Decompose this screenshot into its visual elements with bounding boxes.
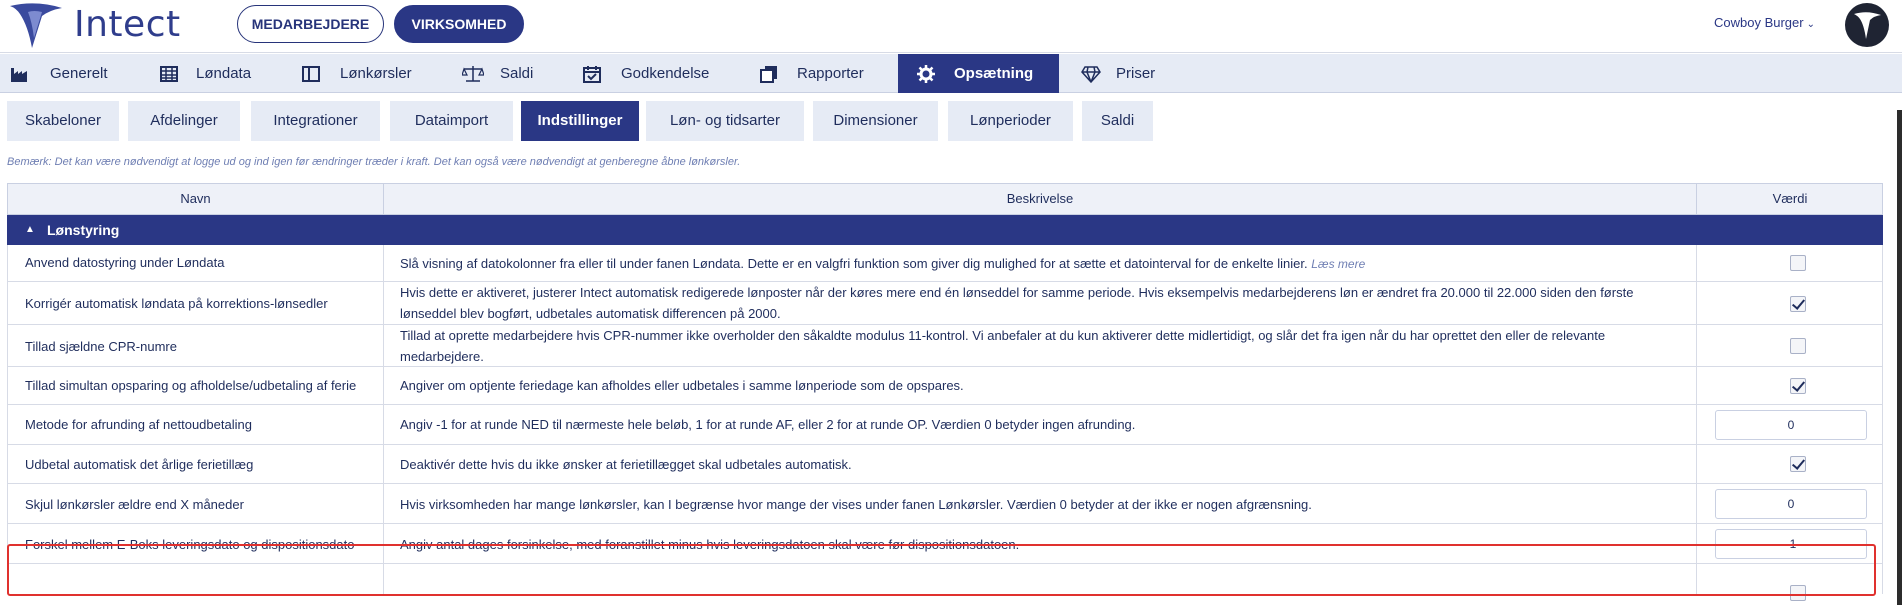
- gear-icon: [917, 65, 935, 83]
- setting-checkbox[interactable]: [1790, 378, 1806, 394]
- avatar-logo-icon: [1854, 12, 1881, 40]
- table-row: Korrigér automatisk løndata på korrektio…: [7, 282, 1883, 325]
- group-label: Lønstyring: [47, 222, 120, 238]
- chevron-down-icon: ⌄: [1806, 19, 1815, 30]
- column-header-name[interactable]: Navn: [8, 184, 383, 214]
- setting-name: Skjul lønkørsler ældre end X måneder: [25, 497, 244, 512]
- table-row: Skjul lønkørsler ældre end X måneder Hvi…: [7, 484, 1883, 524]
- setting-description: Hvis virksomheden har mange lønkørsler, …: [400, 497, 1312, 512]
- setting-name: Anvend datostyring under Løndata: [25, 255, 225, 270]
- table-row: Udbetal automatisk det årlige ferietillæ…: [7, 445, 1883, 484]
- setting-checkbox[interactable]: [1790, 456, 1806, 472]
- nav-saldi[interactable]: Saldi: [462, 54, 562, 93]
- column-header-description[interactable]: Beskrivelse: [384, 184, 1696, 214]
- nav-generelt[interactable]: Generelt: [10, 54, 140, 93]
- setting-description: Deaktivér dette hvis du ikke ønsker at f…: [400, 457, 852, 472]
- setting-name: Tillad simultan opsparing og afholdelse/…: [25, 378, 357, 393]
- setting-checkbox[interactable]: [1790, 338, 1806, 354]
- subtab-dataimport[interactable]: Dataimport: [390, 101, 513, 141]
- setting-name: Tillad sjældne CPR-numre: [25, 339, 177, 354]
- user-avatar[interactable]: [1845, 3, 1889, 47]
- table-header: Navn Beskrivelse Værdi: [7, 183, 1883, 215]
- table-row: Metode for afrunding af nettoudbetaling …: [7, 405, 1883, 445]
- diamond-icon: [1081, 66, 1101, 83]
- scale-icon: [462, 66, 484, 82]
- setting-number-input[interactable]: 0: [1715, 410, 1867, 440]
- calendar-check-icon: [583, 66, 601, 83]
- subtab-afdelinger[interactable]: Afdelinger: [128, 101, 240, 141]
- setting-checkbox[interactable]: [1790, 296, 1806, 312]
- nav-priser[interactable]: Priser: [1081, 54, 1181, 93]
- setting-checkbox[interactable]: [1790, 255, 1806, 271]
- company-name: Cowboy Burger: [1714, 15, 1804, 30]
- subtab-dimensioner[interactable]: Dimensioner: [813, 101, 938, 141]
- highlight-box: [7, 544, 1876, 596]
- subtab-skabeloner[interactable]: Skabeloner: [7, 101, 119, 141]
- nav-loendata[interactable]: Løndata: [160, 54, 290, 93]
- nav-godkendelse[interactable]: Godkendelse: [583, 54, 733, 93]
- logo-text: Intect: [74, 4, 181, 45]
- main-nav: Generelt Løndata Lønkørsler Saldi Godken…: [0, 54, 1902, 93]
- subtab-saldi[interactable]: Saldi: [1082, 101, 1153, 141]
- table-row: Tillad sjældne CPR-numre Tillad at opret…: [7, 325, 1883, 367]
- company-selector[interactable]: Cowboy Burger ⌄: [1714, 15, 1815, 30]
- setting-description: Slå visning af datokolonner fra eller ti…: [400, 256, 1366, 271]
- copy-icon: [760, 66, 777, 83]
- subtab-loenperioder[interactable]: Lønperioder: [948, 101, 1073, 141]
- grid-icon: [160, 66, 178, 82]
- table-row: Anvend datostyring under Løndata Slå vis…: [7, 245, 1883, 282]
- employees-toggle-button[interactable]: MEDARBEJDERE: [237, 5, 384, 43]
- table-row: Tillad simultan opsparing og afholdelse/…: [7, 367, 1883, 405]
- setting-number-input[interactable]: 0: [1715, 489, 1867, 519]
- setting-name: Metode for afrunding af nettoudbetaling: [25, 417, 252, 432]
- company-toggle-button[interactable]: VIRKSOMHED: [394, 5, 524, 43]
- subtab-indstillinger[interactable]: Indstillinger: [521, 101, 639, 141]
- factory-icon: [11, 68, 27, 82]
- nav-opsaetning[interactable]: Opsætning: [898, 54, 1059, 93]
- intect-logo[interactable]: [6, 2, 66, 50]
- collapse-triangle-icon: ▲: [25, 224, 35, 235]
- setting-name: Udbetal automatisk det årlige ferietillæ…: [25, 457, 254, 472]
- setting-description: Angiv -1 for at runde NED til nærmeste h…: [400, 417, 1136, 432]
- setting-description: Tillad at oprette medarbejdere hvis CPR-…: [400, 328, 1606, 364]
- group-row-loenstyring[interactable]: ▲ Lønstyring: [7, 215, 1883, 245]
- setting-description: Angiver om optjente feriedage kan afhold…: [400, 378, 964, 393]
- nav-loenkoersler[interactable]: Lønkørsler: [302, 54, 442, 93]
- subtab-integrationer[interactable]: Integrationer: [251, 101, 380, 141]
- page-scrollbar[interactable]: [1897, 110, 1902, 605]
- read-more-link[interactable]: Læs mere: [1311, 257, 1365, 271]
- setting-name: Korrigér automatisk løndata på korrektio…: [25, 296, 328, 311]
- book-icon: [302, 66, 320, 82]
- subtab-loen-og-tidsarter[interactable]: Løn- og tidsarter: [646, 101, 804, 141]
- settings-note: Bemærk: Det kan være nødvendigt at logge…: [7, 156, 741, 168]
- setting-description: Hvis dette er aktiveret, justerer Intect…: [400, 285, 1634, 321]
- nav-rapporter[interactable]: Rapporter: [760, 54, 890, 93]
- top-bar: Intect MEDARBEJDERE VIRKSOMHED Cowboy Bu…: [0, 0, 1902, 53]
- column-header-value[interactable]: Værdi: [1697, 184, 1883, 214]
